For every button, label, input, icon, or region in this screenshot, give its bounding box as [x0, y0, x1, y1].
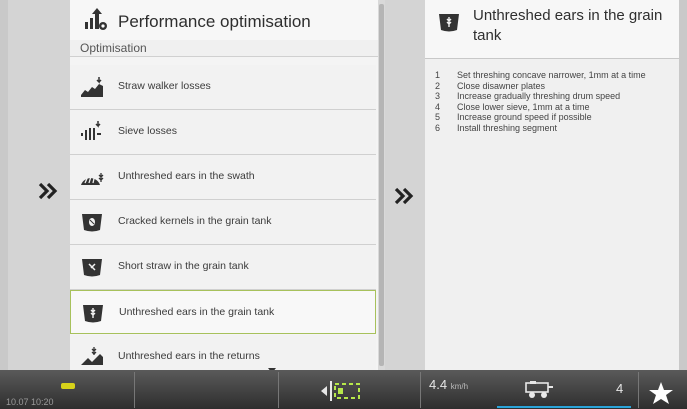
step-number: 6: [435, 122, 441, 133]
step-item: 6 Install threshing segment: [425, 123, 679, 134]
status-divider: [420, 372, 421, 408]
step-number: 3: [435, 91, 441, 101]
panel-header: Performance optimisation: [70, 0, 378, 40]
straw-walker-losses-icon: [81, 77, 103, 97]
step-text: Close lower sieve, 1mm at a time: [457, 101, 590, 112]
step-item: 3 Increase gradually threshing drum speed: [425, 91, 679, 102]
step-number: 1: [435, 70, 441, 80]
star-favourite-icon[interactable]: [648, 381, 674, 405]
returns-ears-icon: [81, 347, 103, 365]
status-divider: [278, 372, 279, 408]
detail-header: Unthreshed ears in the grain tank: [425, 0, 679, 59]
page-title: Performance optimisation: [118, 12, 311, 31]
list-item-label: Unthreshed ears in the returns: [118, 350, 260, 362]
list-item-label: Unthreshed ears in the grain tank: [119, 306, 275, 318]
speed-unit: km/h: [450, 382, 469, 391]
grain-tank-ears-icon: [83, 305, 103, 323]
scrollbar-thumb[interactable]: [379, 4, 384, 366]
sieve-losses-icon: [81, 121, 101, 140]
header-position-icon[interactable]: [318, 378, 366, 404]
status-divider: [134, 372, 135, 408]
screen-frame-left: [0, 0, 8, 370]
short-straw-icon: [82, 259, 102, 277]
section-label: Optimisation: [70, 40, 378, 57]
screen-frame-right: [679, 0, 687, 370]
step-text: Install threshing segment: [457, 122, 558, 133]
steps-list: 1 Set threshing concave narrower, 1mm at …: [425, 70, 679, 133]
list-item-sieve-losses[interactable]: Sieve losses: [70, 110, 376, 155]
list-item-unthreshed-swath[interactable]: Unthreshed ears in the swath: [70, 155, 376, 200]
step-number: 2: [435, 80, 441, 91]
detail-title: Unthreshed ears in the grain tank: [473, 7, 663, 44]
count-value: 4: [616, 381, 624, 396]
step-item: 1 Set threshing concave narrower, 1mm at …: [425, 70, 679, 81]
list-item-unthreshed-returns[interactable]: Unthreshed ears in the returns: [70, 335, 376, 370]
status-divider: [638, 372, 639, 408]
grain-tank-ears-icon: [439, 14, 459, 32]
step-text: Set threshing concave narrower, 1mm at a…: [457, 70, 646, 80]
list-item-unthreshed-grain-tank[interactable]: Unthreshed ears in the grain tank: [70, 290, 376, 334]
step-number: 5: [435, 112, 441, 122]
step-item: 2 Close disawner plates: [425, 81, 679, 92]
double-chevron-right-icon: [38, 182, 58, 200]
list-item-short-straw[interactable]: Short straw in the grain tank: [70, 245, 376, 290]
step-item: 5 Increase ground speed if possible: [425, 112, 679, 123]
cracked-kernels-icon: [82, 214, 102, 232]
step-text: Increase gradually threshing drum speed: [457, 91, 621, 101]
expand-middle-button[interactable]: [385, 0, 425, 370]
detail-panel: Unthreshed ears in the grain tank 1 Set t…: [425, 0, 679, 370]
list-item-straw-walker-losses[interactable]: Straw walker losses: [70, 65, 376, 110]
performance-optimisation-icon: [85, 8, 107, 30]
list-item-label: Unthreshed ears in the swath: [118, 170, 255, 182]
step-item: 4 Close lower sieve, 1mm at a time: [425, 102, 679, 113]
list-item-label: Short straw in the grain tank: [118, 260, 249, 272]
expand-left-button[interactable]: [8, 0, 70, 370]
terminal-screen: Performance optimisation Optimisation St…: [0, 0, 687, 409]
list-item-label: Straw walker losses: [118, 80, 211, 92]
ground-speed: 4.4 km/h: [429, 377, 468, 392]
step-number: 4: [435, 101, 441, 112]
machine-icon[interactable]: [524, 380, 554, 400]
double-chevron-right-icon: [394, 187, 414, 205]
swath-ears-icon: [81, 172, 104, 185]
status-badge: [61, 383, 75, 389]
optimisation-list-panel: Performance optimisation Optimisation St…: [70, 0, 379, 370]
list-item-cracked-kernels[interactable]: Cracked kernels in the grain tank: [70, 200, 376, 245]
speed-value: 4.4: [429, 377, 448, 392]
clock-readout: 10.07 10:20: [6, 397, 54, 407]
speed-indicator-bar: [497, 406, 631, 408]
list-item-label: Cracked kernels in the grain tank: [118, 215, 272, 227]
step-text: Increase ground speed if possible: [457, 112, 592, 122]
list-item-label: Sieve losses: [118, 125, 177, 137]
step-text: Close disawner plates: [457, 80, 546, 91]
